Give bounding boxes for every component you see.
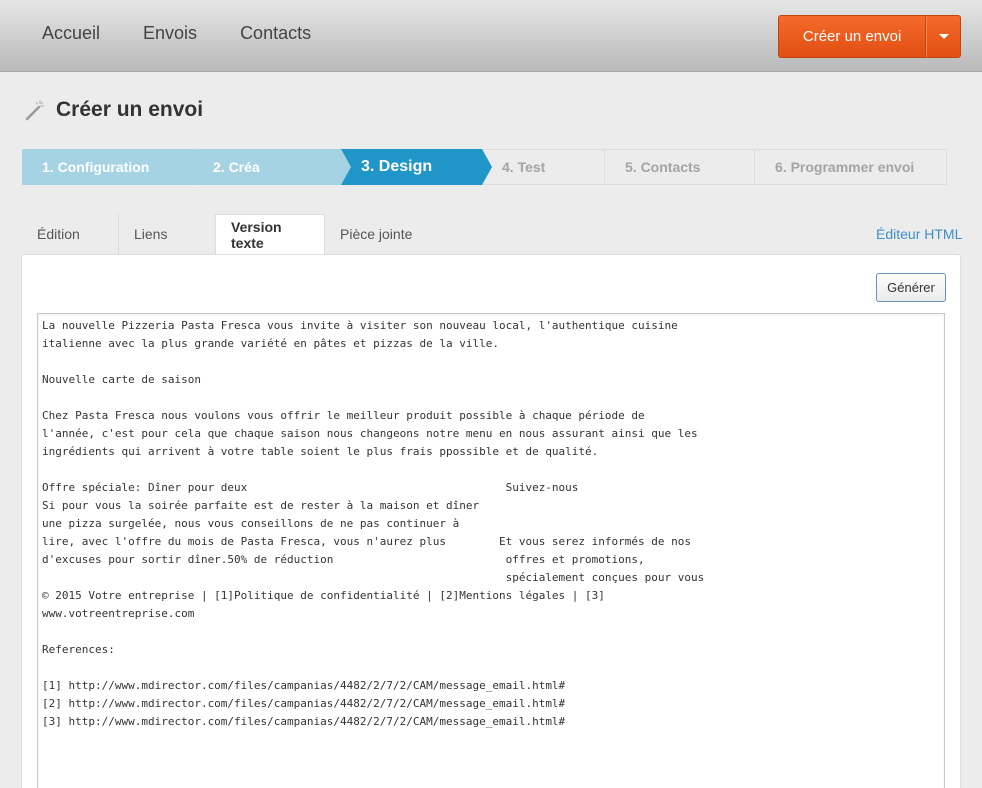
nav-contacts[interactable]: Contacts	[240, 22, 311, 44]
magic-wand-icon	[25, 100, 44, 121]
wizard-steps: 1. Configuration 2. Créa 3. Design 4. Te…	[22, 149, 947, 185]
create-envoi-button-group: Créer un envoi	[778, 15, 961, 58]
step-label: 3. Design	[361, 158, 433, 175]
tab-liens[interactable]: Liens	[119, 214, 215, 254]
tab-version-texte[interactable]: Version texte	[215, 214, 325, 255]
step-label: 2. Créa	[213, 159, 260, 175]
generate-button[interactable]: Générer	[876, 273, 946, 302]
caret-down-icon	[938, 34, 949, 39]
step-programmer-envoi[interactable]: 6. Programmer envoi	[754, 149, 947, 185]
step-crea[interactable]: 2. Créa	[192, 149, 351, 185]
main-nav: Accueil Envois Contacts	[42, 22, 354, 44]
step-design[interactable]: 3. Design	[341, 149, 492, 185]
text-version-textarea[interactable]: La nouvelle Pizzeria Pasta Fresca vous i…	[37, 313, 945, 788]
create-envoi-dropdown[interactable]	[926, 16, 960, 57]
step-configuration[interactable]: 1. Configuration	[22, 149, 202, 185]
text-version-content: La nouvelle Pizzeria Pasta Fresca vous i…	[42, 319, 705, 728]
tab-edition[interactable]: Édition	[22, 214, 119, 254]
html-editor-link[interactable]: Éditeur HTML	[876, 226, 962, 242]
content-tabs: Édition Liens Version texte Pièce jointe	[22, 214, 427, 255]
step-label: 4. Test	[502, 159, 546, 175]
create-envoi-button[interactable]: Créer un envoi	[779, 16, 927, 57]
top-header: Accueil Envois Contacts Créer un envoi	[0, 0, 982, 72]
tab-piece-jointe[interactable]: Pièce jointe	[325, 214, 427, 254]
nav-accueil[interactable]: Accueil	[42, 22, 100, 44]
step-label: 6. Programmer envoi	[775, 159, 915, 175]
step-label: 1. Configuration	[42, 159, 150, 175]
step-contacts[interactable]: 5. Contacts	[604, 149, 754, 185]
page-title: Créer un envoi	[56, 98, 204, 121]
nav-envois[interactable]: Envois	[143, 22, 197, 44]
page-title-row: Créer un envoi	[24, 98, 203, 122]
step-test[interactable]: 4. Test	[482, 149, 604, 185]
step-label: 5. Contacts	[625, 159, 701, 175]
